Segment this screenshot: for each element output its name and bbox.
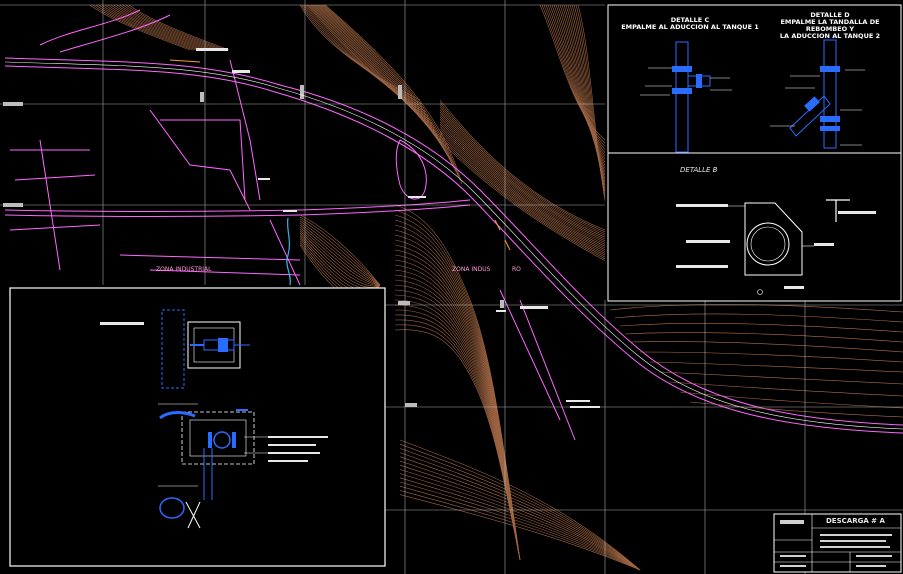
sheet-title: DESCARGA # A: [826, 517, 885, 525]
zona-industrial-label-2: ZONA INDUS: [452, 266, 491, 273]
detail-c-title: DETALLE C EMPALME AL ADUCCION AL TANQUE …: [621, 16, 759, 31]
cad-drawing-canvas: [0, 0, 903, 574]
ro-label: RO: [512, 266, 521, 273]
cad-drawing-viewport[interactable]: DETALLE C EMPALME AL ADUCCION AL TANQUE …: [0, 0, 903, 574]
detail-d-title: DETALLE D EMPALME LA TANDALLA DE REBOMBE…: [779, 11, 881, 40]
detail-b-frame: [607, 152, 902, 302]
zona-industrial-label: ZONA INDUSTRIAL: [156, 266, 212, 273]
detail-b-title: DETALLE B: [680, 166, 718, 174]
